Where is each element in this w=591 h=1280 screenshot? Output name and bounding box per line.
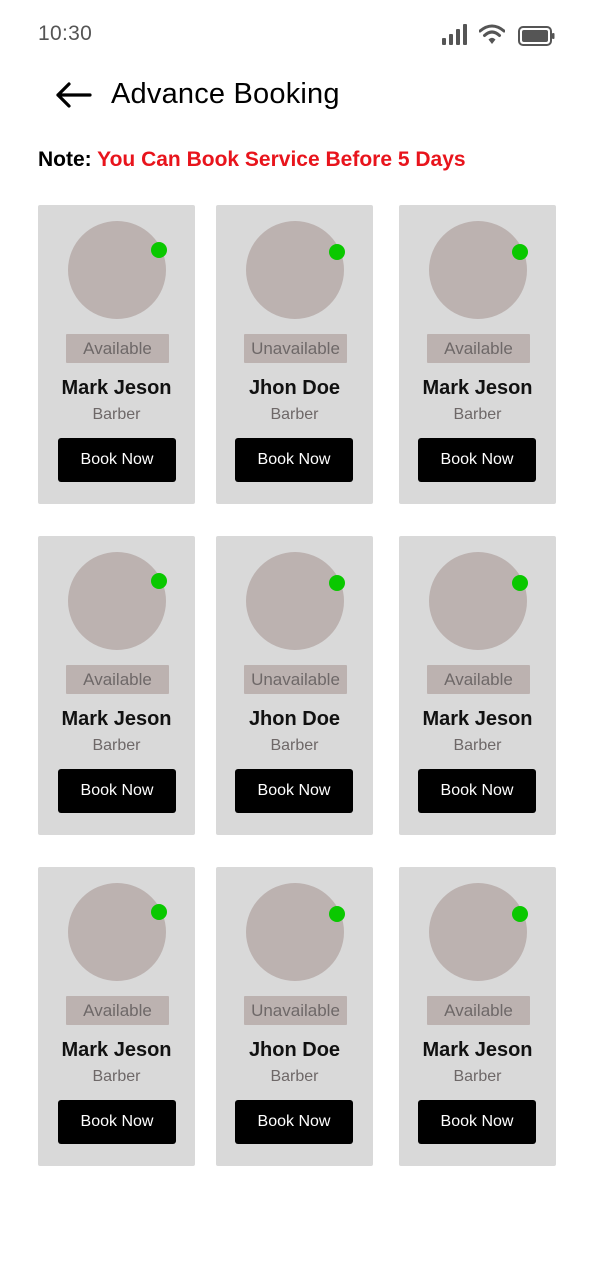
availability-badge: Unavailable xyxy=(244,996,347,1025)
availability-badge: Available xyxy=(66,665,169,694)
barber-name: Mark Jeson xyxy=(422,708,533,730)
barber-role: Barber xyxy=(92,737,141,754)
avatar xyxy=(246,883,344,981)
book-now-button[interactable]: Book Now xyxy=(58,1100,176,1144)
online-status-dot xyxy=(512,244,528,260)
avatar xyxy=(429,552,527,650)
barber-card: Available Mark Jeson Barber Book Now xyxy=(38,867,195,1166)
book-now-button[interactable]: Book Now xyxy=(235,438,353,482)
barber-name: Mark Jeson xyxy=(422,1039,533,1061)
online-status-dot xyxy=(151,573,167,589)
online-status-dot xyxy=(329,244,345,260)
book-now-button[interactable]: Book Now xyxy=(235,769,353,813)
avatar xyxy=(68,552,166,650)
availability-badge: Unavailable xyxy=(244,665,347,694)
book-now-button[interactable]: Book Now xyxy=(418,1100,536,1144)
barber-card: Available Mark Jeson Barber Book Now xyxy=(38,536,195,835)
barber-card: Available Mark Jeson Barber Book Now xyxy=(399,205,556,504)
barber-role: Barber xyxy=(270,1068,319,1085)
barber-role: Barber xyxy=(453,406,502,423)
availability-badge: Available xyxy=(427,996,530,1025)
avatar xyxy=(246,552,344,650)
barber-name: Jhon Doe xyxy=(248,1039,341,1061)
avatar xyxy=(68,221,166,319)
online-status-dot xyxy=(151,242,167,258)
barber-name: Mark Jeson xyxy=(422,377,533,399)
barber-name: Jhon Doe xyxy=(248,377,341,399)
online-status-dot xyxy=(329,906,345,922)
book-now-button[interactable]: Book Now xyxy=(58,438,176,482)
barber-card: Unavailable Jhon Doe Barber Book Now xyxy=(216,536,373,835)
barber-name: Mark Jeson xyxy=(61,708,172,730)
barber-grid: Available Mark Jeson Barber Book Now Una… xyxy=(0,0,591,1280)
avatar xyxy=(68,883,166,981)
barber-name: Mark Jeson xyxy=(61,1039,172,1061)
availability-badge: Unavailable xyxy=(244,334,347,363)
availability-badge: Available xyxy=(66,996,169,1025)
barber-card: Unavailable Jhon Doe Barber Book Now xyxy=(216,205,373,504)
book-now-button[interactable]: Book Now xyxy=(418,769,536,813)
online-status-dot xyxy=(329,575,345,591)
barber-card: Available Mark Jeson Barber Book Now xyxy=(38,205,195,504)
availability-badge: Available xyxy=(427,334,530,363)
barber-role: Barber xyxy=(453,737,502,754)
barber-role: Barber xyxy=(453,1068,502,1085)
barber-role: Barber xyxy=(92,406,141,423)
barber-card: Available Mark Jeson Barber Book Now xyxy=(399,867,556,1166)
book-now-button[interactable]: Book Now xyxy=(235,1100,353,1144)
avatar xyxy=(429,221,527,319)
online-status-dot xyxy=(512,906,528,922)
barber-card: Available Mark Jeson Barber Book Now xyxy=(399,536,556,835)
book-now-button[interactable]: Book Now xyxy=(418,438,536,482)
barber-role: Barber xyxy=(92,1068,141,1085)
barber-role: Barber xyxy=(270,406,319,423)
barber-name: Mark Jeson xyxy=(61,377,172,399)
availability-badge: Available xyxy=(427,665,530,694)
barber-card: Unavailable Jhon Doe Barber Book Now xyxy=(216,867,373,1166)
online-status-dot xyxy=(151,904,167,920)
avatar xyxy=(429,883,527,981)
book-now-button[interactable]: Book Now xyxy=(58,769,176,813)
availability-badge: Available xyxy=(66,334,169,363)
avatar xyxy=(246,221,344,319)
barber-name: Jhon Doe xyxy=(248,708,341,730)
online-status-dot xyxy=(512,575,528,591)
barber-role: Barber xyxy=(270,737,319,754)
